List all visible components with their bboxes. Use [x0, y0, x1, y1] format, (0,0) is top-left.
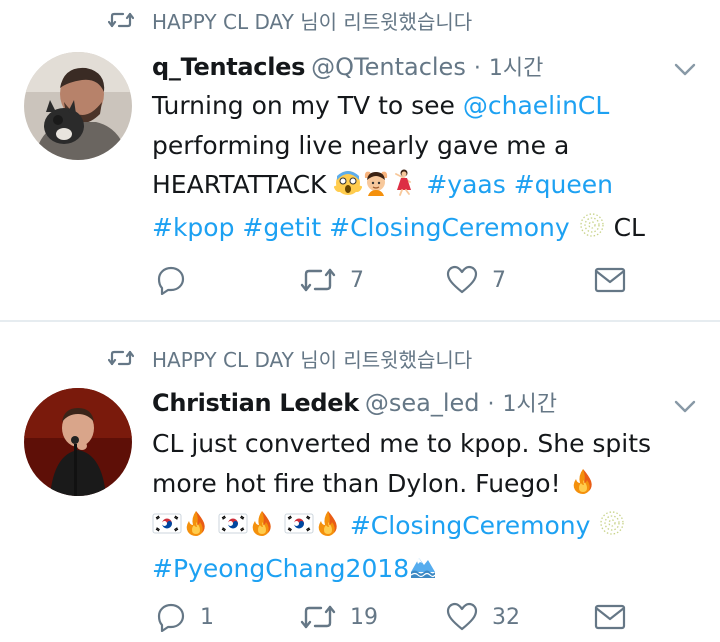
- hashtag-link[interactable]: #queen: [514, 170, 613, 199]
- hashtag-link[interactable]: #getit: [242, 213, 321, 242]
- kr-emoji-icon: [152, 509, 182, 549]
- reply-count: 1: [200, 604, 214, 630]
- fire-emoji-icon: [569, 467, 597, 507]
- tweet-text-line: HEARTATTACK #yaas #queen: [152, 165, 692, 208]
- reply-icon: [157, 603, 185, 632]
- user-handle[interactable]: @sea_led: [365, 389, 480, 417]
- mention-link[interactable]: @chaelinCL: [463, 91, 609, 120]
- retweet-label: HAPPY CL DAY 님이 리트윗했습니다: [152, 9, 473, 34]
- fire-emoji-icon: [314, 509, 342, 549]
- like-button[interactable]: 7: [446, 264, 506, 296]
- tweet-header: Christian Ledek @sea_led · 1시간: [152, 386, 557, 420]
- retweet-indicator: HAPPY CL DAY 님이 리트윗했습니다: [108, 2, 472, 38]
- tweet-text-segment: [210, 511, 218, 540]
- tweet-text: CL just converted me to kpop. She spits m…: [152, 424, 692, 591]
- avatar[interactable]: [24, 52, 132, 160]
- tweet-text-segment: [506, 170, 514, 199]
- tweet-text-segment: CL: [605, 212, 645, 242]
- heart-icon: [446, 265, 478, 294]
- envelope-icon: [594, 604, 626, 630]
- retweet-icon: [300, 605, 336, 629]
- display-name[interactable]: Christian Ledek: [152, 389, 359, 417]
- tweet-text-segment: performing live nearly gave me a: [152, 130, 570, 160]
- reply-icon: [157, 266, 185, 295]
- chevron-down-icon[interactable]: [674, 63, 696, 77]
- retweet-button[interactable]: 7: [300, 264, 364, 296]
- tweet-text: Turning on my TV to see @chaelinCL perfor…: [152, 86, 692, 250]
- kr-emoji-icon: [284, 509, 314, 549]
- separator: ·: [473, 56, 481, 81]
- fire-emoji-icon: [182, 509, 210, 549]
- tweet-text-segment: [590, 511, 598, 540]
- retweet-icon: [108, 12, 134, 28]
- kr-emoji-icon: [218, 509, 248, 549]
- tweet-text-segment: [570, 213, 578, 242]
- reply-button[interactable]: [156, 264, 200, 296]
- fire-emoji-icon: [248, 509, 276, 549]
- message-button[interactable]: [594, 264, 626, 296]
- retweet-count: 19: [350, 604, 378, 630]
- timestamp[interactable]: 1시간: [489, 50, 543, 82]
- torch-emoji-icon: [578, 211, 606, 251]
- hashtag-link[interactable]: #PyeongChang2018: [152, 554, 409, 583]
- hashtag-link[interactable]: #yaas: [426, 170, 505, 199]
- retweet-icon: [300, 268, 336, 292]
- retweet-count: 7: [350, 267, 364, 293]
- hashtag-link[interactable]: #ClosingCeremony: [350, 511, 591, 540]
- gesture-emoji-icon: [362, 168, 390, 208]
- scream-emoji-icon: [333, 168, 363, 208]
- tweet-text-segment: [342, 511, 350, 540]
- tweet-text-line: #PyeongChang2018: [152, 549, 692, 592]
- action-bar: 1 19 32: [152, 601, 652, 633]
- separator: ·: [487, 392, 495, 417]
- tweet-text-line: more hot fire than Dylon. Fuego!: [152, 464, 692, 507]
- mountain-emoji-icon: [409, 552, 437, 592]
- tweet-text-segment: HEARTATTACK: [152, 170, 335, 199]
- timestamp[interactable]: 1시간: [503, 386, 557, 418]
- like-count: 7: [492, 267, 506, 293]
- action-bar: 7 7: [152, 264, 652, 296]
- hashtag-link[interactable]: #ClosingCeremony: [329, 213, 570, 242]
- tweet-text-line: #ClosingCeremony: [152, 506, 692, 549]
- message-button[interactable]: [594, 601, 626, 633]
- tweet-text-segment: more hot fire than Dylon. Fuego!: [152, 468, 569, 498]
- tweet-text-line: CL just converted me to kpop. She spits: [152, 424, 692, 464]
- tweet-text-line: performing live nearly gave me a: [152, 126, 692, 166]
- dancer-emoji-icon: [390, 168, 418, 208]
- envelope-icon: [594, 267, 626, 293]
- retweet-button[interactable]: 19: [300, 601, 378, 633]
- tweet[interactable]: HAPPY CL DAY 님이 리트윗했습니다 q_Tentacles @QTe…: [0, 0, 720, 320]
- chevron-down-icon[interactable]: [674, 400, 696, 414]
- user-handle[interactable]: @QTentacles: [311, 53, 466, 81]
- tweet[interactable]: HAPPY CL DAY 님이 리트윗했습니다 Christian Ledek …: [0, 322, 720, 642]
- reply-button[interactable]: 1: [156, 601, 214, 633]
- like-count: 32: [492, 604, 520, 630]
- heart-icon: [446, 602, 478, 631]
- tweet-text-segment: Turning on my TV to see: [152, 91, 463, 120]
- retweet-indicator: HAPPY CL DAY 님이 리트윗했습니다: [108, 340, 472, 376]
- hashtag-link[interactable]: #kpop: [152, 213, 234, 242]
- tweet-text-segment: [321, 213, 329, 242]
- tweet-text-line: Turning on my TV to see @chaelinCL: [152, 86, 692, 126]
- tweet-text-segment: [276, 511, 284, 540]
- like-button[interactable]: 32: [446, 601, 520, 633]
- avatar[interactable]: [24, 388, 132, 496]
- retweet-icon: [108, 350, 134, 366]
- tweet-text-line: #kpop #getit #ClosingCeremony CL: [152, 208, 692, 251]
- torch-emoji-icon: [598, 509, 626, 549]
- retweet-label: HAPPY CL DAY 님이 리트윗했습니다: [152, 347, 473, 372]
- display-name[interactable]: q_Tentacles: [152, 53, 305, 81]
- tweet-header: q_Tentacles @QTentacles · 1시간: [152, 50, 543, 84]
- tweet-text-segment: CL just converted me to kpop. She spits: [152, 429, 652, 458]
